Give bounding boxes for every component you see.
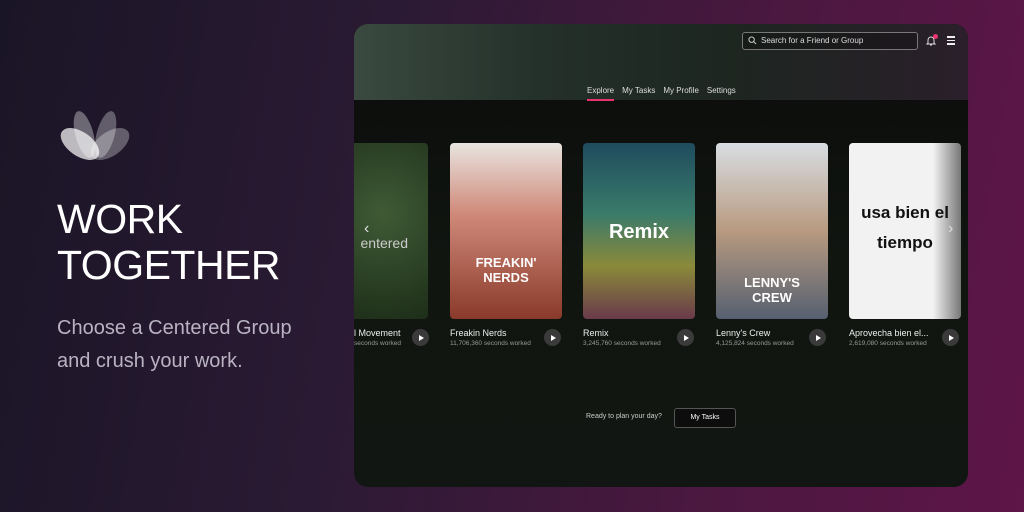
play-button[interactable] xyxy=(412,329,429,346)
tab-explore[interactable]: Explore xyxy=(587,86,615,101)
group-card[interactable]: FREAKIN' NERDS xyxy=(450,143,562,319)
carousel-prev-arrow[interactable]: ‹ xyxy=(364,220,369,238)
my-tasks-button[interactable]: My Tasks xyxy=(674,408,736,428)
card-title: Aprovecha bien el... xyxy=(849,328,929,338)
search-input[interactable]: Search for a Friend or Group xyxy=(742,32,918,50)
tab-my-tasks[interactable]: My Tasks xyxy=(622,86,655,101)
tab-my-profile[interactable]: My Profile xyxy=(663,86,699,101)
plan-prompt: Ready to plan your day? xyxy=(586,413,662,420)
hero-title: WORK TOGETHER xyxy=(57,196,281,288)
play-button[interactable] xyxy=(942,329,959,346)
lotus-logo-icon xyxy=(60,111,130,160)
app-window: Search for a Friend or Group Explore My … xyxy=(354,24,968,487)
play-button[interactable] xyxy=(544,329,561,346)
card-subtitle: 3,245,760 seconds worked xyxy=(583,340,661,347)
menu-icon[interactable] xyxy=(947,36,955,47)
card-title: l Movement xyxy=(354,328,401,338)
play-button[interactable] xyxy=(809,329,826,346)
group-card[interactable]: LENNY'S CREW xyxy=(716,143,828,319)
search-placeholder: Search for a Friend or Group xyxy=(761,36,864,45)
card-subtitle: 11,706,360 seconds worked xyxy=(450,340,531,347)
notification-badge xyxy=(933,34,938,39)
card-title: Freakin Nerds xyxy=(450,328,507,338)
nav-tabs: Explore My Tasks My Profile Settings xyxy=(587,86,736,101)
play-button[interactable] xyxy=(677,329,694,346)
card-subtitle: 2,619,080 seconds worked xyxy=(849,340,927,347)
hero-subtitle: Choose a Centered Group and crush your wo… xyxy=(57,317,292,372)
group-card[interactable]: Remix xyxy=(583,143,695,319)
group-card[interactable]: usa bien el tiempo xyxy=(849,143,961,319)
card-title: Lenny's Crew xyxy=(716,328,771,338)
card-subtitle: seconds worked xyxy=(354,340,401,347)
card-subtitle: 4,125,824 seconds worked xyxy=(716,340,794,347)
carousel-next-arrow[interactable]: › xyxy=(948,220,953,238)
search-icon xyxy=(748,36,757,45)
card-title: Remix xyxy=(583,328,609,338)
tab-settings[interactable]: Settings xyxy=(707,86,736,101)
